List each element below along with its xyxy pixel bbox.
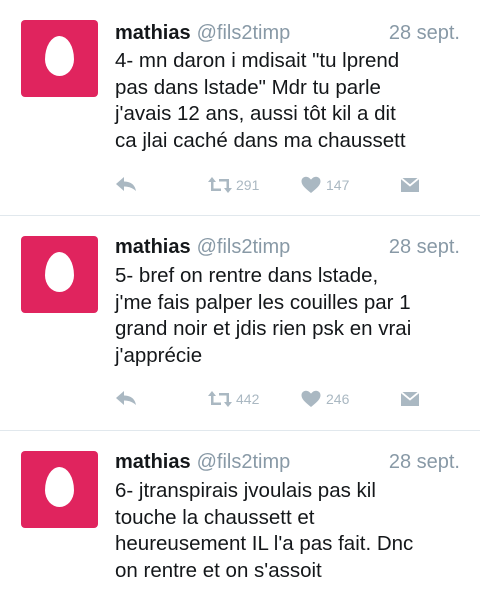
tweet-header: mathias @fils2timp 28 sept.	[115, 22, 460, 50]
author-handle[interactable]: @fils2timp	[197, 22, 291, 44]
tweet-text: 4- mn daron i mdisait "tu lprend pas dan…	[115, 49, 406, 152]
tweet-header: mathias @fils2timp 28 sept.	[115, 236, 460, 264]
reply-icon	[116, 177, 136, 191]
tweet-date[interactable]: 28 sept.	[389, 22, 460, 45]
message-button[interactable]	[400, 176, 420, 194]
avatar[interactable]	[21, 451, 98, 528]
tweet-3[interactable]: mathias @fils2timp 28 sept. 6- jtranspira…	[0, 431, 480, 596]
message-icon	[400, 391, 420, 406]
tweet-1[interactable]: mathias @fils2timp 28 sept. 4- mn daron i…	[0, 0, 480, 215]
message-button[interactable]	[400, 390, 420, 408]
retweet-icon	[208, 177, 232, 193]
retweet-count: 442	[236, 391, 260, 407]
author-name[interactable]: mathias	[115, 451, 191, 473]
author-handle[interactable]: @fils2timp	[197, 236, 291, 258]
reply-icon	[116, 391, 136, 405]
heart-icon	[301, 176, 321, 193]
default-egg-avatar-icon	[45, 36, 74, 76]
heart-icon	[301, 390, 321, 407]
author-name[interactable]: mathias	[115, 22, 191, 44]
avatar[interactable]	[21, 236, 98, 313]
author-name[interactable]: mathias	[115, 236, 191, 258]
like-count: 246	[326, 391, 350, 407]
default-egg-avatar-icon	[45, 252, 74, 292]
message-icon	[400, 177, 420, 192]
like-button[interactable]: 246	[301, 390, 349, 408]
retweet-count: 291	[236, 177, 260, 193]
avatar[interactable]	[21, 20, 98, 97]
default-egg-avatar-icon	[45, 467, 74, 507]
tweet-feed: mathias @fils2timp 28 sept. 4- mn daron i…	[0, 0, 480, 596]
tweet-actions: 442 246	[115, 390, 445, 414]
tweet-text: 6- jtranspirais jvoulais pas kil touche …	[115, 479, 414, 582]
like-count: 147	[326, 177, 350, 193]
tweet-header: mathias @fils2timp 28 sept.	[115, 451, 460, 479]
author-handle[interactable]: @fils2timp	[197, 451, 291, 473]
tweet-text: 5- bref on rentre dans lstade, j'me fais…	[115, 264, 412, 367]
reply-button[interactable]	[115, 390, 137, 406]
like-button[interactable]: 147	[301, 176, 349, 194]
reply-button[interactable]	[115, 176, 137, 192]
tweet-date[interactable]: 28 sept.	[389, 236, 460, 259]
tweet-2[interactable]: mathias @fils2timp 28 sept. 5- bref on re…	[0, 216, 480, 430]
tweet-date[interactable]: 28 sept.	[389, 451, 460, 474]
tweet-actions: 291 147	[115, 176, 445, 200]
retweet-icon	[208, 391, 232, 407]
retweet-button[interactable]: 291	[207, 176, 259, 194]
retweet-button[interactable]: 442	[207, 390, 259, 408]
